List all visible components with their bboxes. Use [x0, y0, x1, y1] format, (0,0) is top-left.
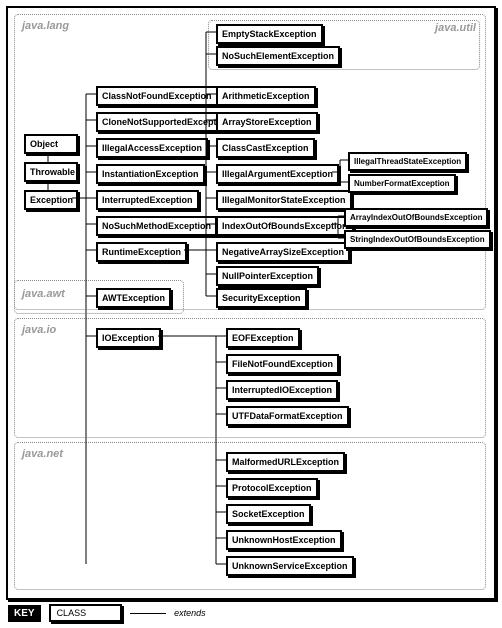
class-exc-child: InterruptedException [96, 190, 199, 210]
class-io: EOFException [226, 328, 300, 348]
class-rt: ClassCastException [216, 138, 315, 158]
class-exception: Exception [24, 190, 78, 210]
class-exc-child: CloneNotSupportedException [96, 112, 236, 132]
class-ioob-child: StringIndexOutOfBoundsException [344, 230, 491, 249]
class-illarg-child: IllegalThreadStateException [348, 152, 467, 171]
class-io: UTFDataFormatException [226, 406, 349, 426]
class-net: SocketException [226, 504, 311, 524]
class-indexoob: IndexOutOfBoundsException [216, 216, 354, 236]
pkg-io-label: java.io [22, 324, 56, 336]
class-object: Object [24, 134, 78, 154]
class-exc-child: ClassNotFoundException [96, 86, 218, 106]
class-rt: SecurityException [216, 288, 307, 308]
class-illegalargument: IllegalArgumentException [216, 164, 339, 184]
class-exc-child: IllegalAccessException [96, 138, 208, 158]
class-util: NoSuchElementException [216, 46, 340, 66]
class-net: MalformedURLException [226, 452, 345, 472]
class-throwable: Throwable [24, 162, 78, 182]
class-rt: IllegalMonitorStateException [216, 190, 352, 210]
class-ioexception: IOException [96, 328, 161, 348]
class-ioob-child: ArrayIndexOutOfBoundsException [344, 208, 488, 227]
legend-key: KEY [8, 605, 41, 622]
class-illarg-child: NumberFormatException [348, 174, 456, 193]
class-exc-child: NoSuchMethodException [96, 216, 217, 236]
class-io: InterruptedIOException [226, 380, 338, 400]
diagram-frame: java.lang java.util java.awt java.io jav… [6, 6, 496, 600]
pkg-lang-label: java.lang [22, 20, 69, 32]
class-net: ProtocolException [226, 478, 318, 498]
class-rt: NegativeArraySizeException [216, 242, 350, 262]
legend-extends: extends [174, 608, 206, 618]
legend: KEY CLASS extends [8, 604, 206, 622]
class-net: UnknownServiceException [226, 556, 354, 576]
legend-class-box: CLASS [49, 604, 123, 622]
class-rt: ArithmeticException [216, 86, 316, 106]
legend-line-icon [130, 613, 166, 614]
class-awtexception: AWTException [96, 288, 171, 308]
class-rt: ArrayStoreException [216, 112, 318, 132]
class-util: EmptyStackException [216, 24, 323, 44]
class-net: UnknownHostException [226, 530, 342, 550]
pkg-util-label: java.util [435, 22, 476, 34]
pkg-net-label: java.net [22, 448, 63, 460]
class-io: FileNotFoundException [226, 354, 339, 374]
pkg-awt-label: java.awt [22, 288, 65, 300]
class-exc-child: InstantiationException [96, 164, 205, 184]
class-rt: NullPointerException [216, 266, 319, 286]
class-runtimeexception: RuntimeException [96, 242, 187, 262]
